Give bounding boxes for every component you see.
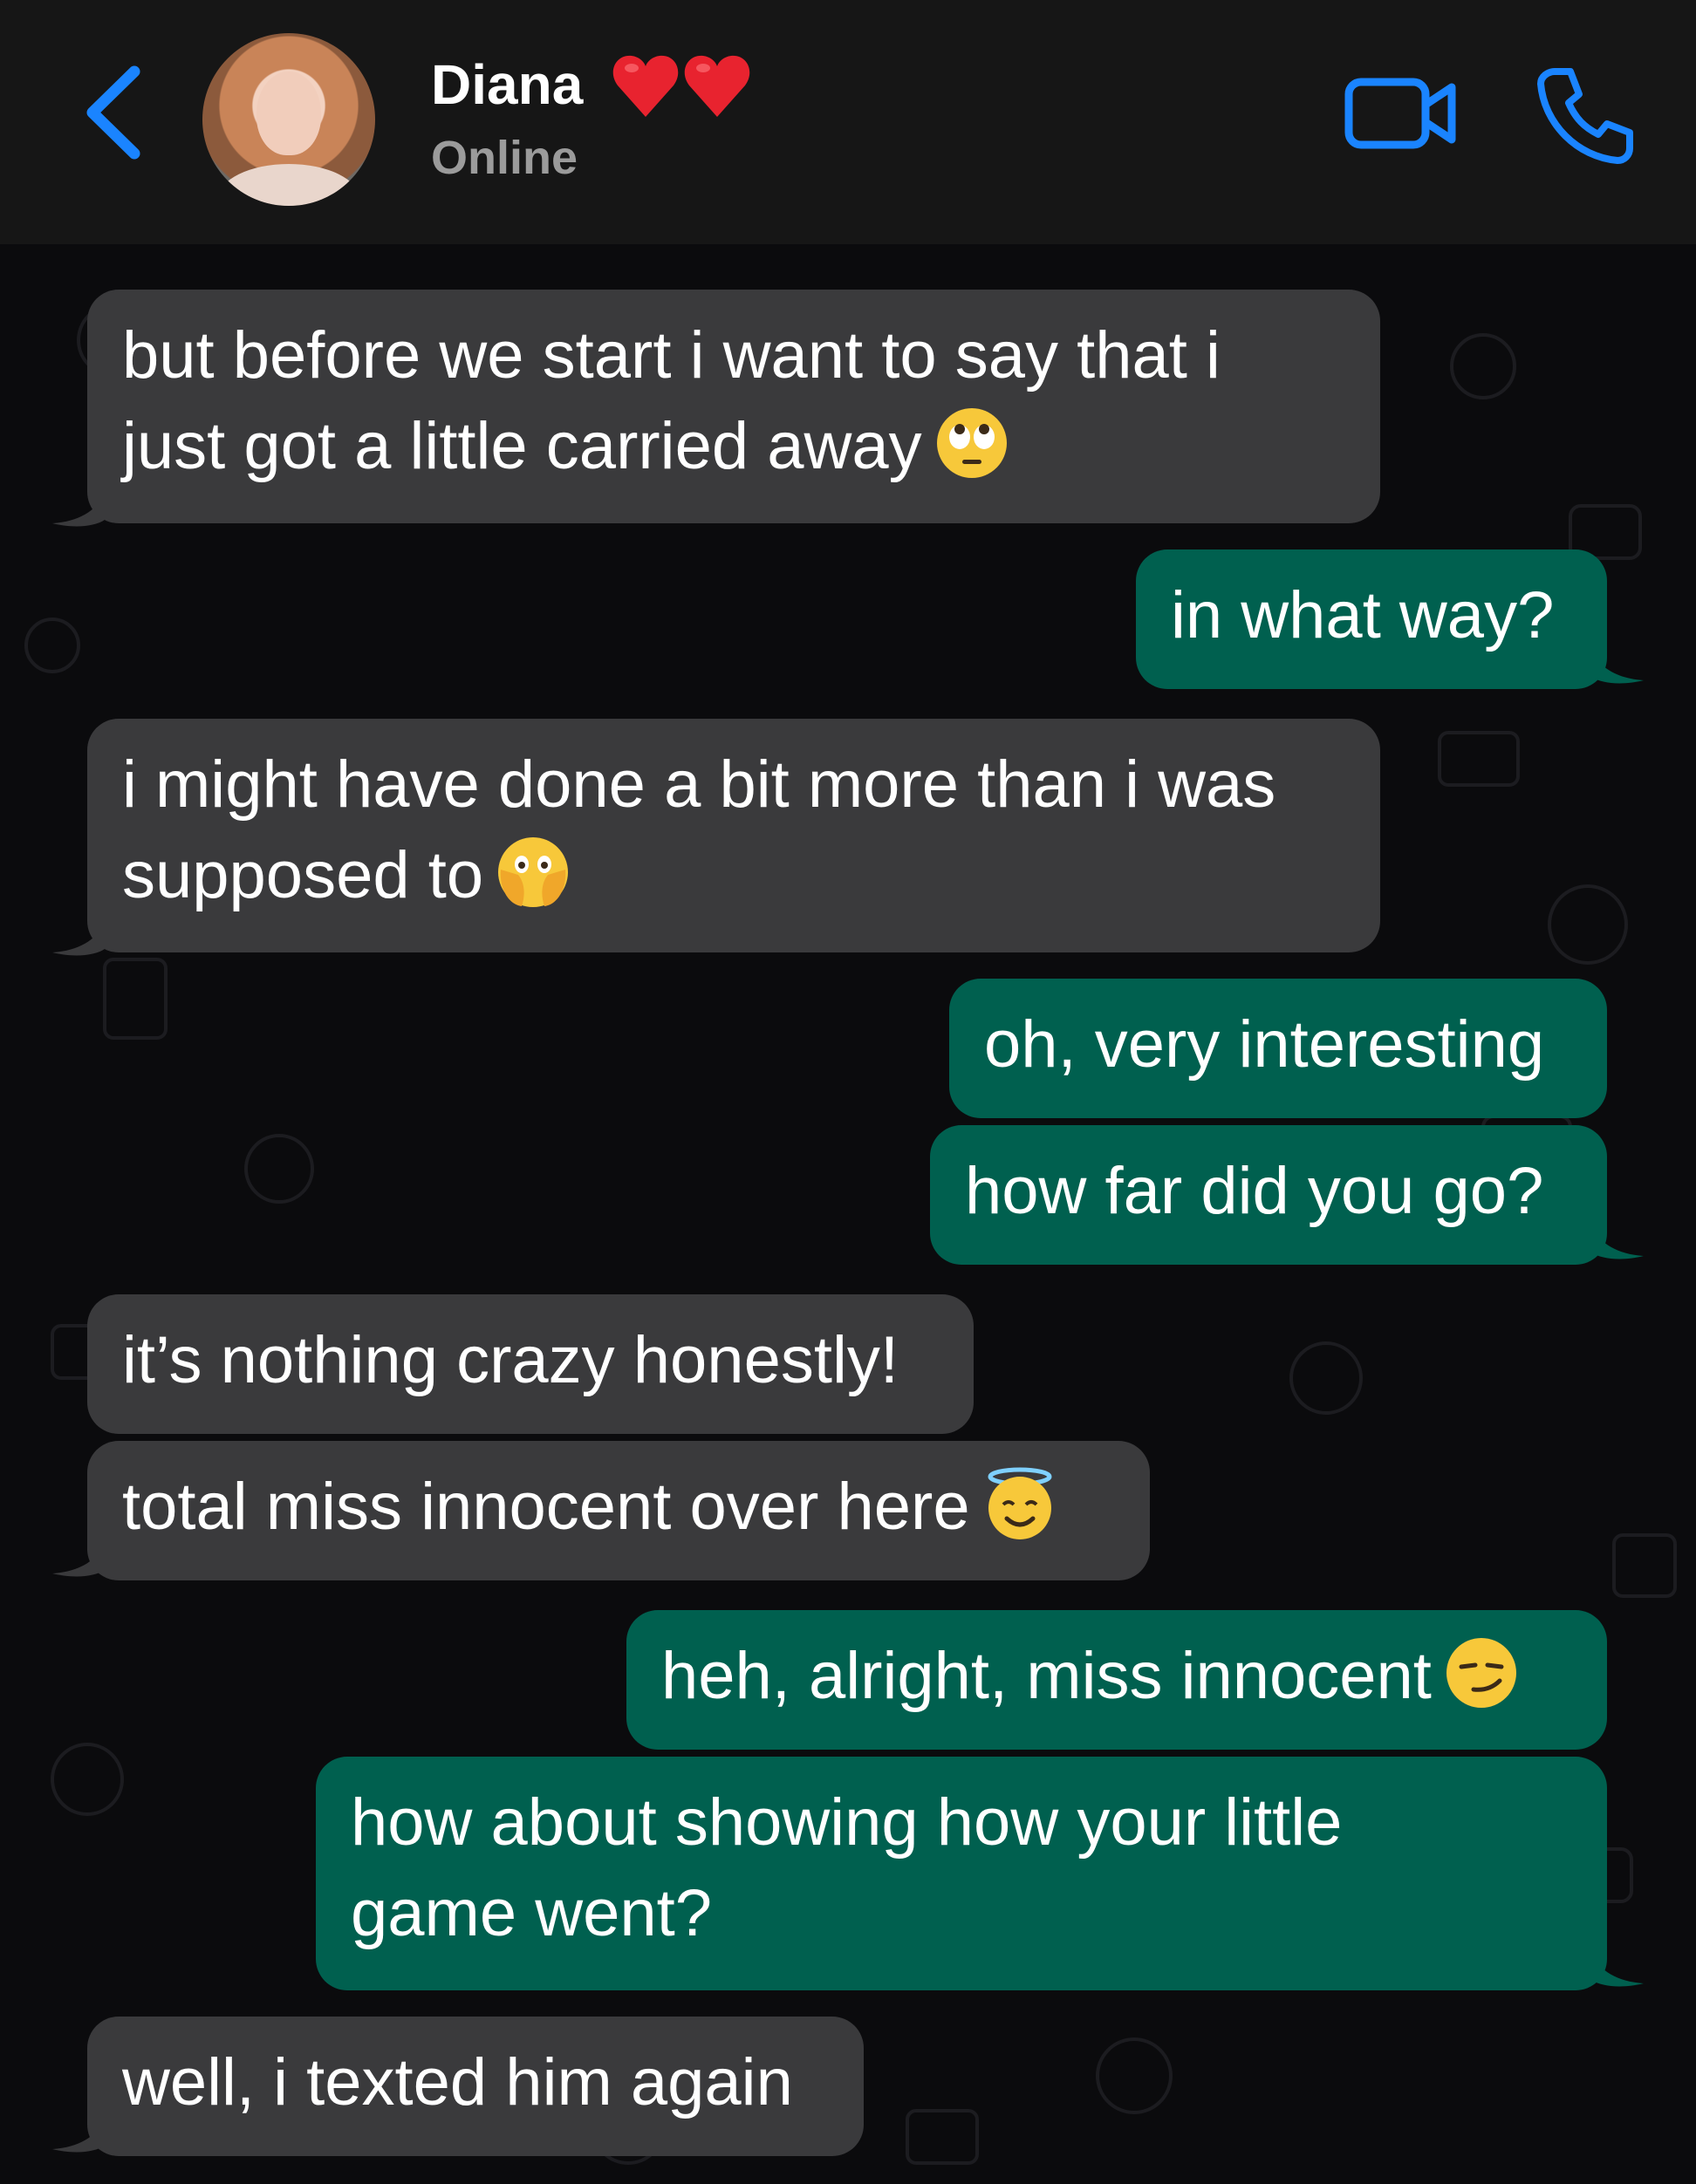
message-text-line: how about showing how your little: [351, 1785, 1343, 1860]
bubble-tail: [1591, 651, 1644, 684]
phone-icon: [1537, 68, 1633, 164]
message-text-line: i might have done a bit more than i was: [122, 747, 1276, 822]
incoming-message[interactable]: it’s nothing crazy honestly!: [87, 1294, 974, 1434]
smirking-face-emoji-icon: [1446, 1638, 1516, 1708]
chevron-left-icon: [86, 65, 140, 160]
message-text-line: total miss innocent over here: [122, 1470, 970, 1544]
outgoing-message[interactable]: how about showing how your little game w…: [316, 1757, 1607, 1990]
message-text-line: well, i texted him again: [122, 2045, 793, 2119]
smiling-face-with-halo-emoji-icon: [988, 1467, 1052, 1539]
face-with-hand-over-mouth-emoji-icon: [498, 837, 569, 907]
bubble-tail: [52, 494, 105, 527]
bubble-tail: [1591, 1226, 1644, 1259]
video-call-button[interactable]: [1344, 70, 1460, 157]
message-text-line: how far did you go?: [965, 1154, 1544, 1228]
avatar-face: [256, 72, 321, 155]
outgoing-message[interactable]: oh, very interesting: [949, 979, 1607, 1118]
message-text-line: it’s nothing crazy honestly!: [122, 1323, 899, 1397]
message-text-line: supposed to: [122, 838, 484, 912]
incoming-message[interactable]: total miss innocent over here: [87, 1441, 1150, 1580]
incoming-message[interactable]: i might have done a bit more than i was …: [87, 719, 1380, 952]
video-camera-icon: [1344, 78, 1456, 149]
incoming-message[interactable]: but before we start i want to say that i…: [87, 290, 1380, 523]
back-button[interactable]: [80, 65, 150, 160]
contact-status: Online: [431, 132, 578, 184]
message-text-line: in what way?: [1171, 578, 1555, 652]
chat-header: Diana Online: [0, 0, 1696, 244]
incoming-message[interactable]: well, i texted him again: [87, 2017, 864, 2156]
avatar-shoulders: [218, 164, 359, 206]
bubble-tail: [52, 1544, 105, 1577]
message-text-line: oh, very interesting: [984, 1007, 1545, 1082]
bubble-tail: [52, 2119, 105, 2153]
bubble-tail: [1591, 1954, 1644, 1987]
contact-name[interactable]: Diana: [431, 52, 583, 117]
outgoing-message[interactable]: heh, alright, miss innocent: [626, 1610, 1607, 1750]
outgoing-message[interactable]: how far did you go?: [930, 1125, 1607, 1265]
message-text-line: game went?: [351, 1876, 713, 1950]
voice-call-button[interactable]: [1535, 65, 1637, 166]
message-text-line: heh, alright, miss innocent: [661, 1639, 1432, 1713]
message-text-line: but before we start i want to say that i: [122, 318, 1221, 392]
message-text-line: just got a little carried away: [122, 409, 922, 483]
outgoing-message[interactable]: in what way?: [1136, 549, 1607, 689]
bubble-tail: [52, 923, 105, 956]
two-hearts-emoji-icon: [612, 55, 750, 117]
chat-screen: Diana Online but before we start i want …: [0, 0, 1696, 2184]
avatar[interactable]: [202, 33, 375, 206]
rolling-eyes-emoji-icon: [936, 408, 1007, 478]
message-list[interactable]: but before we start i want to say that i…: [0, 244, 1696, 2184]
